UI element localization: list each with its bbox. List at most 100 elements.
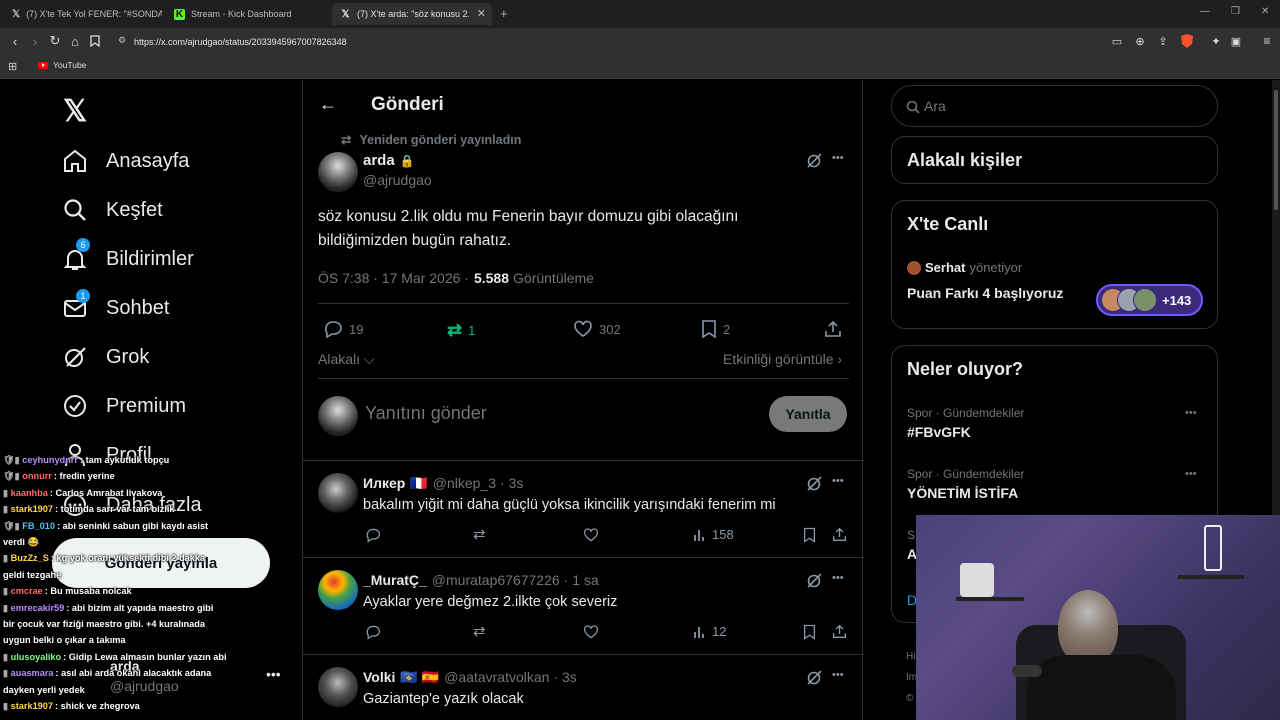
view-activity-link[interactable]: Etkinliği görüntüle › xyxy=(723,351,842,367)
like-action[interactable]: 302 xyxy=(573,320,621,338)
divider xyxy=(318,378,849,379)
reload-icon[interactable]: ↻ xyxy=(46,32,64,50)
close-tab-icon[interactable]: ✕ xyxy=(477,7,486,20)
search-box[interactable]: Ara xyxy=(891,85,1218,127)
reply-more-icon[interactable]: ••• xyxy=(832,572,844,584)
share-icon[interactable]: ⇪ xyxy=(1154,32,1172,50)
heart-icon[interactable] xyxy=(583,624,599,645)
repost-icon[interactable]: ⇄ xyxy=(473,622,486,640)
microphone xyxy=(1012,665,1042,677)
bookmark-action[interactable]: 2 xyxy=(701,320,730,338)
reply-button[interactable]: Yanıtla xyxy=(769,396,847,432)
post-time[interactable]: ÖS 7:38 · 17 Mar 2026 · xyxy=(318,270,469,286)
reply-author[interactable]: Volki xyxy=(363,669,395,686)
chat-line: ▮ cmcrae: Bu musaba nolcak xyxy=(3,586,132,597)
tab-1[interactable]: K Stream - Kick Dashboard xyxy=(166,3,328,25)
bookmark-icon[interactable] xyxy=(803,624,816,645)
author-name-row[interactable]: arda 🔒 xyxy=(363,152,415,169)
verified-icon xyxy=(62,393,88,419)
reply-more-icon[interactable]: ••• xyxy=(832,669,844,681)
grok-explain-icon[interactable] xyxy=(806,475,822,496)
extensions-icon[interactable]: ✦ xyxy=(1207,32,1225,50)
author-handle[interactable]: @ajrudgao xyxy=(363,172,432,188)
reply-avatar[interactable] xyxy=(318,667,358,707)
reply-handle[interactable]: @muratap67677226 xyxy=(432,572,560,588)
reply-time[interactable]: · 3s xyxy=(553,669,576,686)
author-avatar[interactable] xyxy=(318,152,358,192)
live-space-title: Puan Farkı 4 başlıyoruz xyxy=(907,285,1064,301)
nav-explore[interactable]: Keşfet xyxy=(62,195,163,225)
post-more-icon[interactable]: ••• xyxy=(832,152,844,164)
trend-item[interactable]: Spor · Gündemdekiler #FBvGFK ••• xyxy=(892,401,1217,459)
nav-notifications[interactable]: 6 Bildirimler xyxy=(62,238,194,274)
reply-icon[interactable] xyxy=(365,624,381,645)
live-card[interactable]: X'te Canlı Serhat yönetiyor Puan Farkı 4… xyxy=(891,200,1218,329)
reply-handle[interactable]: @nlkep_3 xyxy=(433,475,496,492)
back-arrow-icon[interactable]: ← xyxy=(319,94,337,115)
close-window-icon[interactable]: ✕ xyxy=(1261,6,1269,17)
post-text: söz konusu 2.lik oldu mu Fenerin bayır d… xyxy=(318,205,738,253)
reply-item[interactable]: Илкер 🇫🇷 @nlkep_3 · 3s ••• bakalım yiğit… xyxy=(303,461,864,557)
views-action[interactable]: 12 xyxy=(693,624,726,639)
new-tab-icon[interactable]: + xyxy=(500,6,508,21)
nav-grok[interactable]: Grok xyxy=(62,342,149,372)
scrollbar-thumb[interactable] xyxy=(1274,90,1278,210)
bookmark-icon[interactable] xyxy=(803,527,816,548)
reply-input[interactable]: Yanıtını gönder xyxy=(365,403,487,424)
repost-indicator: ⇄ Yeniden gönderi yayınladın xyxy=(341,132,521,148)
minimize-icon[interactable]: — xyxy=(1200,6,1210,17)
composer-avatar xyxy=(318,396,358,436)
reply-time[interactable]: · 1 sa xyxy=(564,572,599,588)
wallet-icon[interactable]: ▣ xyxy=(1227,32,1245,50)
nav-home[interactable]: Anasayfa xyxy=(62,146,189,176)
chat-msg: verdi 😂 xyxy=(3,537,39,548)
share-icon[interactable] xyxy=(832,624,847,644)
view-label: Görüntüleme xyxy=(513,270,594,286)
reply-avatar[interactable] xyxy=(318,570,358,610)
bookmark-youtube[interactable]: YouTube xyxy=(38,60,86,70)
grok-explain-icon[interactable] xyxy=(806,572,822,593)
forward-icon[interactable]: › xyxy=(26,32,44,50)
heart-icon[interactable] xyxy=(583,527,599,548)
reply-action[interactable]: 19 xyxy=(323,320,363,338)
reply-icon[interactable] xyxy=(365,527,381,548)
reply-handle[interactable]: @aatavratvolkan xyxy=(444,669,549,686)
zoom-icon[interactable]: ⊕ xyxy=(1131,32,1149,50)
repost-icon[interactable]: ⇄ xyxy=(473,525,486,543)
restore-icon[interactable]: ❐ xyxy=(1231,6,1240,17)
url-field[interactable]: ⚙ https://x.com/ajrudgao/status/20339459… xyxy=(116,32,1096,51)
home-icon[interactable]: ⌂ xyxy=(66,32,84,50)
cast-icon[interactable]: ▭ xyxy=(1108,32,1126,50)
trend-more-icon[interactable]: ••• xyxy=(1185,468,1197,480)
trend-more-icon[interactable]: ••• xyxy=(1185,407,1197,419)
back-icon[interactable]: ‹ xyxy=(6,32,24,50)
site-info-icon[interactable]: ⚙ xyxy=(118,35,126,46)
search-input[interactable]: Ara xyxy=(924,98,946,114)
bookmark-icon[interactable] xyxy=(86,32,104,50)
reply-item[interactable]: _MuratÇ_ @muratap67677226 · 1 sa ••• Aya… xyxy=(303,558,864,654)
relevant-sort[interactable]: Alakalı ⌵ xyxy=(318,351,375,368)
reply-time[interactable]: · 3s xyxy=(500,475,523,492)
nav-premium[interactable]: Premium xyxy=(62,391,186,421)
x-logo-icon[interactable]: 𝕏 xyxy=(63,94,87,129)
trend-item[interactable]: Spor · Gündemdekiler YÖNETİM İSTİFA ••• xyxy=(892,462,1217,520)
apps-grid-icon[interactable]: ⊞ xyxy=(8,60,17,73)
reply-avatar[interactable] xyxy=(318,473,358,513)
reply-more-icon[interactable]: ••• xyxy=(832,475,844,487)
live-listeners[interactable]: +143 xyxy=(1096,284,1203,316)
nav-messages[interactable]: 1 Sohbet xyxy=(62,289,169,323)
reply-item[interactable]: Volki 🇽🇰 🇪🇸 @aatavratvolkan · 3s ••• Gaz… xyxy=(303,655,864,720)
grok-explain-icon[interactable] xyxy=(806,669,822,690)
chat-msg: dayken yerli yedek xyxy=(3,684,85,695)
share-icon[interactable] xyxy=(832,527,847,547)
reply-author[interactable]: Илкер xyxy=(363,475,405,492)
views-action[interactable]: 158 xyxy=(693,527,734,542)
menu-icon[interactable]: ≡ xyxy=(1258,32,1276,50)
share-icon[interactable] xyxy=(824,320,842,338)
reply-author[interactable]: _MuratÇ_ xyxy=(363,572,427,588)
grok-explain-icon[interactable] xyxy=(806,152,822,173)
repost-action[interactable]: ⇄ 1 xyxy=(447,320,475,341)
tab-2[interactable]: 𝕏 (7) X'te arda: "söz konusu 2.lik ol ✕ xyxy=(332,3,492,25)
brave-shield-icon[interactable] xyxy=(1178,32,1196,50)
tab-0[interactable]: 𝕏 (7) X'te Tek Yol FENER: "#SONDAKİKA xyxy=(4,3,162,25)
